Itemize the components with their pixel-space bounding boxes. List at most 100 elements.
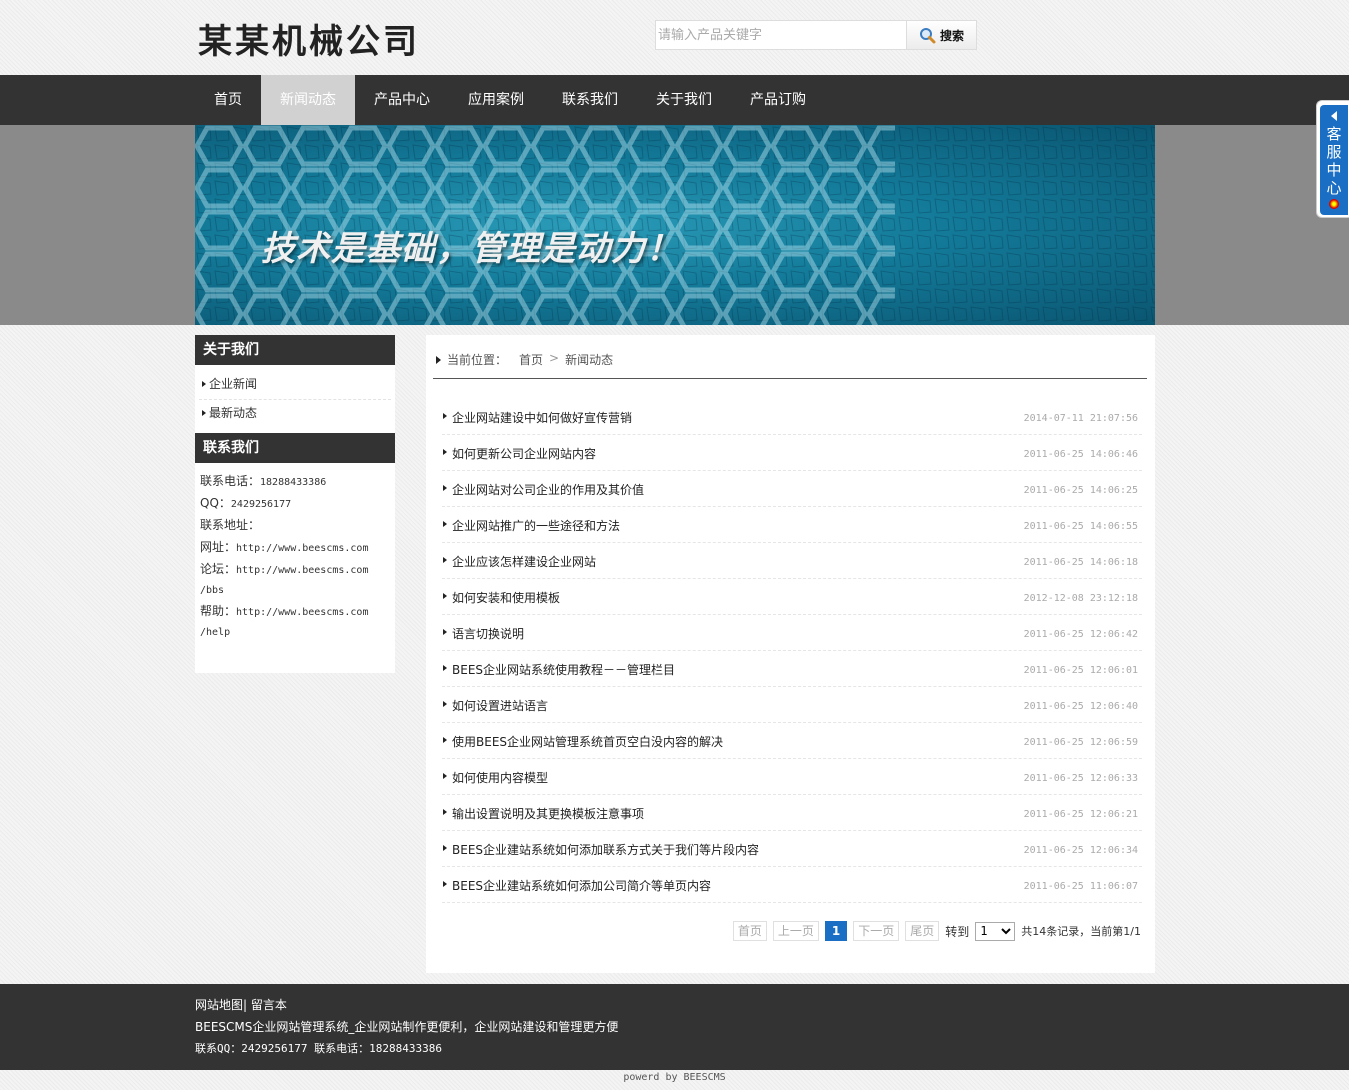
news-list: 企业网站建设中如何做好宣传营销 2014-07-11 21:07:56 如何更新公… <box>442 399 1142 903</box>
banner-image: 技术是基础，管理是动力！ <box>195 125 1155 325</box>
banner-area: 技术是基础，管理是动力！ <box>0 125 1349 325</box>
news-date: 2011-06-25 14:06:18 <box>1023 557 1138 568</box>
nav-news[interactable]: 新闻动态 <box>261 75 355 125</box>
news-title[interactable]: 如何更新公司企业网站内容 <box>452 445 596 462</box>
nav-order[interactable]: 产品订购 <box>731 75 825 125</box>
news-item[interactable]: BEES企业建站系统如何添加联系方式关于我们等片段内容 2011-06-25 12… <box>442 831 1142 867</box>
current-page[interactable]: 1 <box>824 921 848 941</box>
news-item[interactable]: 企业网站对公司企业的作用及其价值 2011-06-25 14:06:25 <box>442 471 1142 507</box>
nav-about[interactable]: 关于我们 <box>637 75 731 125</box>
arrow-left-icon <box>1331 111 1337 121</box>
qq-label: QQ： <box>200 496 231 510</box>
triangle-icon <box>443 521 447 527</box>
news-date: 2014-07-11 21:07:56 <box>1023 413 1138 424</box>
next-page-button[interactable]: 下一页 <box>853 921 900 941</box>
news-date: 2011-06-25 14:06:55 <box>1023 521 1138 532</box>
sitemap-link[interactable]: 网站地图 <box>195 998 243 1012</box>
nav-cases[interactable]: 应用案例 <box>449 75 543 125</box>
site-value: http://www.beescms.com <box>236 543 369 554</box>
news-title[interactable]: 如何设置进站语言 <box>452 697 548 714</box>
main-nav: 首页 新闻动态 产品中心 应用案例 联系我们 关于我们 产品订购 <box>0 75 1349 125</box>
prev-page-button[interactable]: 上一页 <box>772 921 819 941</box>
footer-contact: 联系QQ：2429256177 联系电话：18288433386 <box>195 1042 442 1055</box>
news-date: 2011-06-25 11:06:07 <box>1023 881 1138 892</box>
sidebar-item-company-news[interactable]: 企业新闻 <box>199 371 391 400</box>
breadcrumb-separator: > <box>549 351 560 365</box>
news-item[interactable]: 如何使用内容模型 2011-06-25 12:06:33 <box>442 759 1142 795</box>
search-input[interactable] <box>655 20 907 50</box>
triangle-icon <box>443 881 447 887</box>
triangle-icon <box>443 809 447 815</box>
news-date: 2011-06-25 12:06:59 <box>1023 737 1138 748</box>
breadcrumb: 当前位置： 首页 > 新闻动态 <box>433 351 1147 379</box>
sidebar-item-latest[interactable]: 最新动态 <box>199 400 391 429</box>
breadcrumb-current[interactable]: 新闻动态 <box>565 351 613 368</box>
customer-service-tab[interactable]: 客服中心 <box>1316 100 1349 218</box>
triangle-icon <box>443 485 447 491</box>
news-date: 2011-06-25 12:06:21 <box>1023 809 1138 820</box>
search-button[interactable]: 搜索 <box>907 20 977 50</box>
triangle-icon <box>443 629 447 635</box>
news-item[interactable]: 如何更新公司企业网站内容 2011-06-25 14:06:46 <box>442 435 1142 471</box>
triangle-icon <box>436 356 441 364</box>
last-page-button[interactable]: 尾页 <box>905 921 940 941</box>
news-title[interactable]: 语言切换说明 <box>452 625 524 642</box>
phone-label: 联系电话： <box>200 474 261 488</box>
triangle-icon <box>443 737 447 743</box>
search-bar: 搜索 <box>655 20 977 50</box>
site-logo[interactable]: 某某机械公司 <box>198 14 420 63</box>
triangle-icon <box>443 593 447 599</box>
header: 某某机械公司 搜索 <box>0 0 1349 75</box>
news-title[interactable]: 企业应该怎样建设企业网站 <box>452 553 596 570</box>
news-title[interactable]: 企业网站推广的一些途径和方法 <box>452 517 620 534</box>
news-title[interactable]: BEES企业建站系统如何添加公司简介等单页内容 <box>452 877 711 894</box>
news-date: 2011-06-25 14:06:25 <box>1023 485 1138 496</box>
qq-value: 2429256177 <box>230 499 292 510</box>
breadcrumb-home[interactable]: 首页 <box>519 351 543 368</box>
news-title[interactable]: 如何安装和使用模板 <box>452 589 560 606</box>
triangle-icon <box>443 845 447 851</box>
service-label: 客服中心 <box>1326 125 1342 197</box>
triangle-icon <box>443 557 447 563</box>
triangle-icon <box>202 410 206 416</box>
sidebar-item-label: 最新动态 <box>209 406 258 420</box>
news-date: 2011-06-25 12:06:34 <box>1023 845 1138 856</box>
news-item[interactable]: BEES企业建站系统如何添加公司简介等单页内容 2011-06-25 11:06:… <box>442 867 1142 903</box>
forum-value: http://www.beescms.com <box>236 565 369 576</box>
contact-info: 联系电话：18288433386 QQ：2429256177 联系地址： 网址：… <box>195 463 395 673</box>
news-item[interactable]: 输出设置说明及其更换模板注意事项 2011-06-25 12:06:21 <box>442 795 1142 831</box>
guestbook-link[interactable]: 留言本 <box>251 998 287 1012</box>
help-label: 帮助： <box>200 604 237 618</box>
news-item[interactable]: 如何设置进站语言 2011-06-25 12:06:40 <box>442 687 1142 723</box>
breadcrumb-label: 当前位置： <box>447 353 508 367</box>
help-value-cont: /help <box>200 627 231 638</box>
news-item[interactable]: BEES企业网站系统使用教程－－管理栏目 2011-06-25 12:06:01 <box>442 651 1142 687</box>
news-title[interactable]: 企业网站对公司企业的作用及其价值 <box>452 481 644 498</box>
about-title: 关于我们 <box>195 335 395 365</box>
news-item[interactable]: 使用BEES企业网站管理系统首页空白没内容的解决 2011-06-25 12:06… <box>442 723 1142 759</box>
news-title[interactable]: BEES企业网站系统使用教程－－管理栏目 <box>452 661 675 678</box>
news-date: 2011-06-25 14:06:46 <box>1023 449 1138 460</box>
news-title[interactable]: 使用BEES企业网站管理系统首页空白没内容的解决 <box>452 733 723 750</box>
news-item[interactable]: 企业网站推广的一些途径和方法 2011-06-25 14:06:55 <box>442 507 1142 543</box>
news-item[interactable]: 如何安装和使用模板 2012-12-08 23:12:18 <box>442 579 1142 615</box>
first-page-button[interactable]: 首页 <box>732 921 767 941</box>
content-panel: 当前位置： 首页 > 新闻动态 企业网站建设中如何做好宣传营销 2014-07-1… <box>426 335 1155 973</box>
news-item[interactable]: 语言切换说明 2011-06-25 12:06:42 <box>442 615 1142 651</box>
nav-home[interactable]: 首页 <box>195 75 261 125</box>
news-title[interactable]: 企业网站建设中如何做好宣传营销 <box>452 409 632 426</box>
sidebar: 关于我们 企业新闻 最新动态 联系我们 联系电话：18288433386 QQ：… <box>195 335 395 673</box>
nav-products[interactable]: 产品中心 <box>355 75 449 125</box>
news-title[interactable]: 输出设置说明及其更换模板注意事项 <box>452 805 644 822</box>
help-value: http://www.beescms.com <box>236 607 369 618</box>
news-item[interactable]: 企业应该怎样建设企业网站 2011-06-25 14:06:18 <box>442 543 1142 579</box>
news-title[interactable]: 如何使用内容模型 <box>452 769 548 786</box>
triangle-icon <box>443 773 447 779</box>
nav-contact[interactable]: 联系我们 <box>543 75 637 125</box>
footer: 网站地图| 留言本 BEESCMS企业网站管理系统_企业网站制作更便利，企业网站… <box>0 984 1349 1070</box>
news-title[interactable]: BEES企业建站系统如何添加联系方式关于我们等片段内容 <box>452 841 759 858</box>
page-select[interactable]: 1 <box>975 921 1016 941</box>
triangle-icon <box>443 701 447 707</box>
triangle-icon <box>202 381 206 387</box>
news-item[interactable]: 企业网站建设中如何做好宣传营销 2014-07-11 21:07:56 <box>442 399 1142 435</box>
